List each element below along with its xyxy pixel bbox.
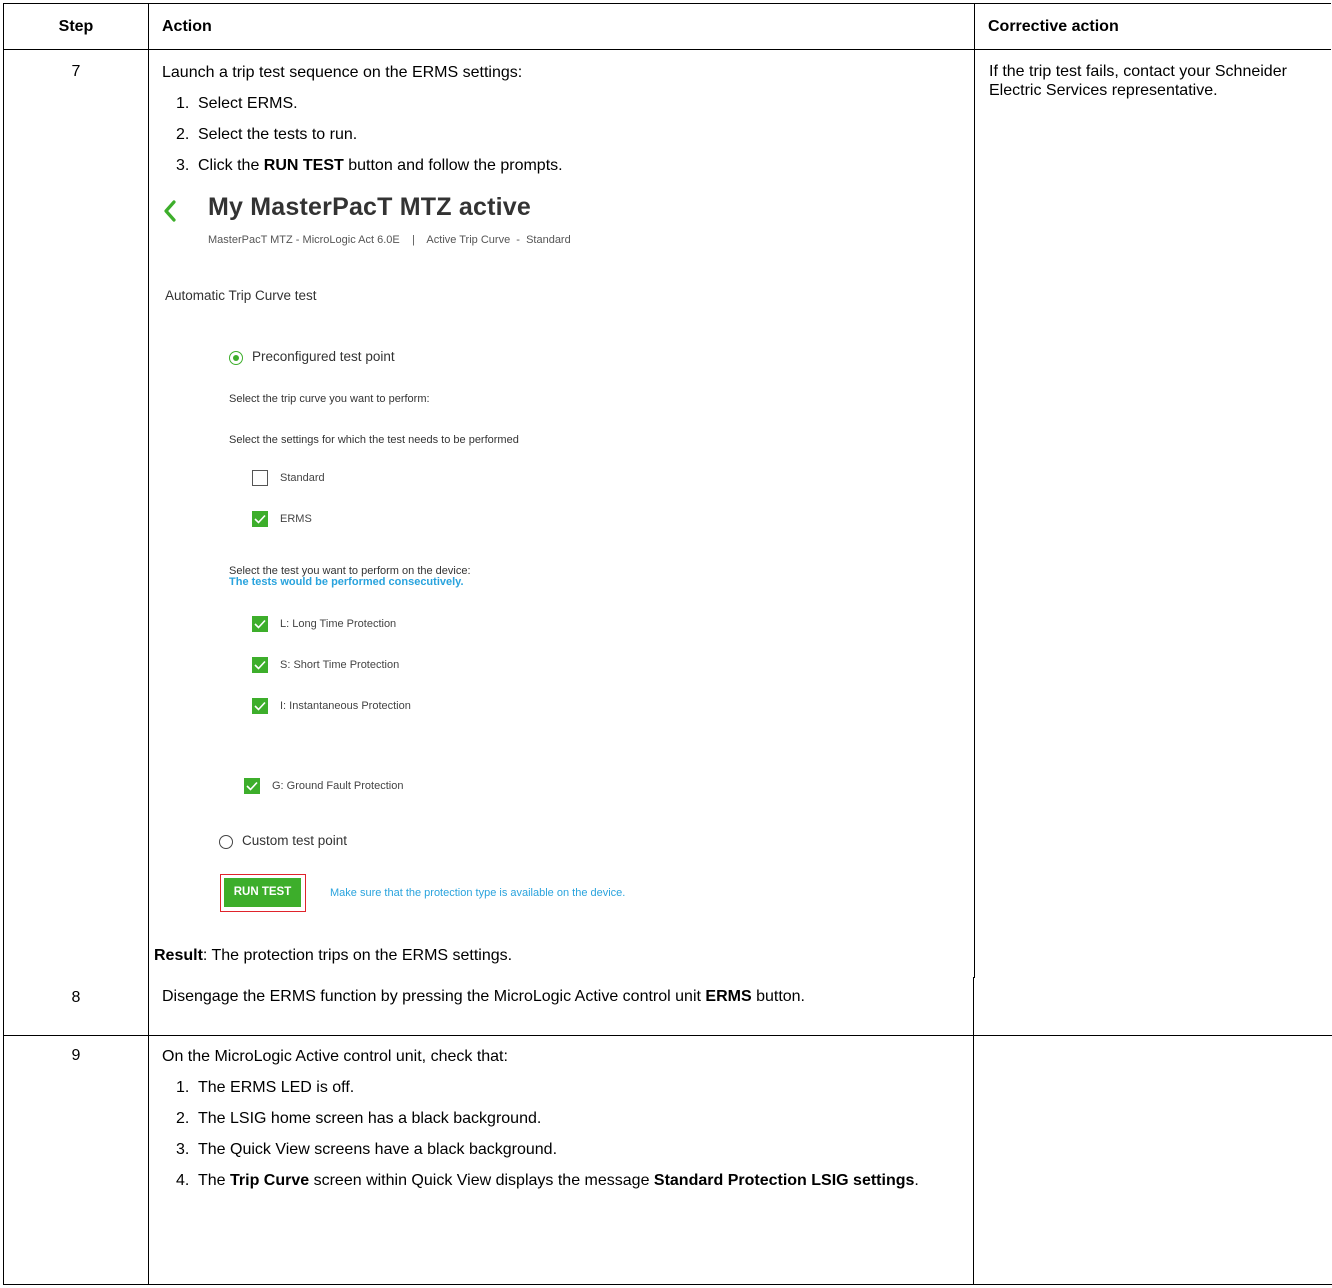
checkbox-instantaneous-label: I: Instantaneous Protection	[280, 700, 411, 712]
app-screenshot: My MasterPacT MTZ active MasterPacT MTZ …	[162, 190, 964, 728]
checkbox-standard[interactable]	[252, 470, 268, 486]
checkbox-short-time[interactable]	[252, 657, 268, 673]
checkbox-long-time[interactable]	[252, 616, 268, 632]
check-icon	[254, 619, 266, 629]
procedure-table: Step Action Corrective action 7 Launch a…	[3, 3, 1331, 978]
list-item: 1. Select ERMS.	[176, 95, 298, 112]
consecutive-note: The tests would be performed consecutive…	[229, 576, 464, 588]
radio-custom[interactable]	[219, 835, 233, 849]
step-number: 7	[3, 49, 149, 978]
radio-preconfigured[interactable]	[229, 351, 243, 365]
run-test-highlight: RUN TEST	[220, 874, 306, 912]
action-lead: Launch a trip test sequence on the ERMS …	[162, 64, 523, 81]
list-item: 4. The Trip Curve screen within Quick Vi…	[176, 1172, 919, 1189]
corrective-cell: If the trip test fails, contact your Sch…	[974, 49, 1331, 978]
device-subtitle: MasterPacT MTZ - MicroLogic Act 6.0E | A…	[208, 234, 571, 246]
list-item: 3. Click the RUN TEST button and follow t…	[176, 157, 563, 174]
procedure-table-container: Step Action Corrective action 7 Launch a…	[3, 3, 1331, 978]
checkbox-short-time-label: S: Short Time Protection	[280, 659, 400, 671]
header-action: Action	[148, 3, 975, 50]
section-title: Automatic Trip Curve test	[165, 288, 317, 303]
check-icon	[254, 701, 266, 711]
table-header-row: Step Action Corrective action	[3, 3, 1331, 50]
checkbox-ground-fault[interactable]	[244, 778, 260, 794]
action-cell: Launch a trip test sequence on the ERMS …	[148, 49, 975, 978]
checkbox-standard-label: Standard	[280, 472, 325, 484]
back-chevron-icon[interactable]	[162, 200, 178, 222]
device-title: My MasterPacT MTZ active	[208, 193, 531, 221]
checkbox-erms-label: ERMS	[280, 513, 312, 525]
table-row: 7 Launch a trip test sequence on the ERM…	[3, 49, 1331, 978]
checkbox-instantaneous[interactable]	[252, 698, 268, 714]
list-item: 1. The ERMS LED is off.	[176, 1079, 355, 1096]
table-row: 9 On the MicroLogic Active control unit,…	[3, 1035, 1332, 1285]
list-item: 2. Select the tests to run.	[176, 126, 358, 143]
check-icon	[246, 781, 258, 791]
action-cell: Disengage the ERMS function by pressing …	[162, 988, 805, 1005]
action-lead: On the MicroLogic Active control unit, c…	[162, 1048, 508, 1065]
check-icon	[254, 660, 266, 670]
select-settings-text: Select the settings for which the test n…	[229, 434, 519, 446]
table-row: 8 Disengage the ERMS function by pressin…	[3, 977, 1332, 1036]
step-number: 8	[71, 989, 81, 1006]
action-cell: On the MicroLogic Active control unit, c…	[162, 1047, 962, 1190]
checkbox-erms[interactable]	[252, 511, 268, 527]
select-curve-text: Select the trip curve you want to perfor…	[229, 393, 430, 405]
action-list: 1. Select ERMS. 2. Select the tests to run…	[162, 94, 964, 175]
step-number: 9	[71, 1047, 81, 1064]
list-item: 2. The LSIG home screen has a black backg…	[176, 1110, 542, 1127]
radio-preconfigured-label: Preconfigured test point	[252, 349, 395, 364]
run-test-button[interactable]: RUN TEST	[224, 878, 301, 907]
check-icon	[254, 514, 266, 524]
header-corrective-action: Corrective action	[974, 3, 1331, 50]
list-item: 3. The Quick View screens have a black ba…	[176, 1141, 558, 1158]
checkbox-long-time-label: L: Long Time Protection	[280, 618, 397, 630]
header-step: Step	[3, 3, 149, 50]
